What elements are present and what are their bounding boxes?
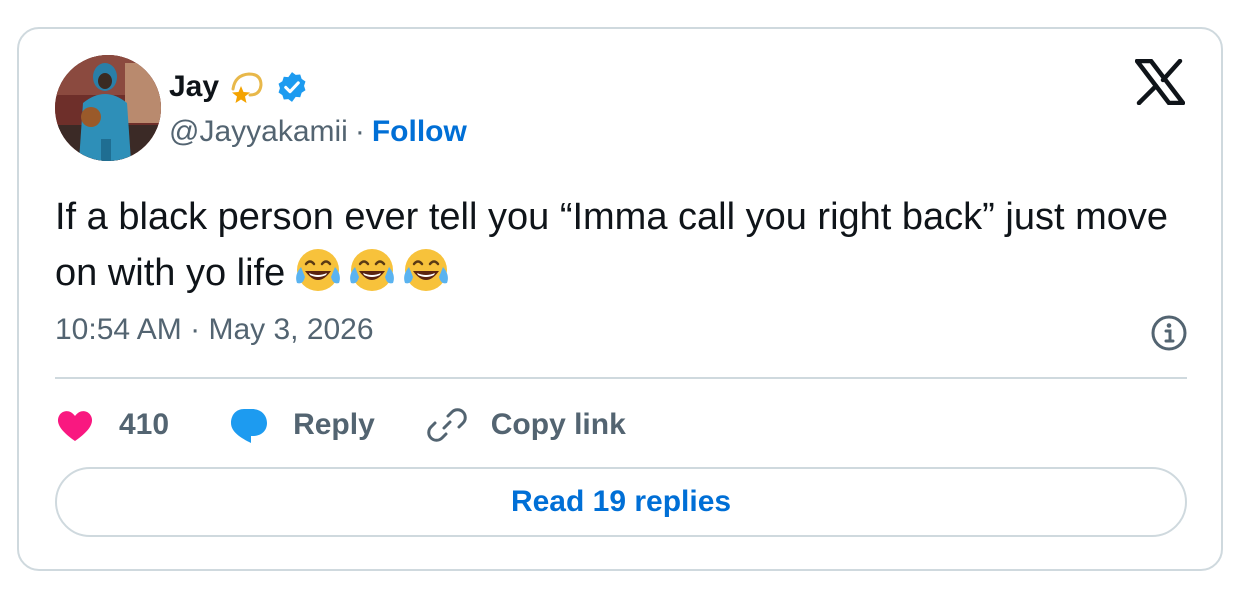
link-icon bbox=[427, 408, 467, 442]
author-handle[interactable]: @Jayyakamii bbox=[169, 115, 348, 149]
like-count: 410 bbox=[119, 408, 170, 441]
tears-of-joy-emoji-icon bbox=[404, 249, 449, 291]
tweet-text: If a black person ever tell you “Imma ca… bbox=[55, 189, 1175, 301]
tweet-date: May 3, 2026 bbox=[208, 313, 374, 346]
heart-icon bbox=[57, 411, 93, 441]
reply-button[interactable]: Reply bbox=[227, 405, 375, 445]
tears-of-joy-emoji-icon bbox=[350, 249, 395, 291]
divider bbox=[55, 377, 1187, 379]
author-handle-row: @Jayyakamii · Follow bbox=[169, 115, 467, 149]
dizzy-star-icon bbox=[231, 72, 263, 103]
follow-link[interactable]: Follow bbox=[372, 115, 467, 149]
tweet-time: 10:54 AM bbox=[55, 313, 182, 346]
info-icon[interactable] bbox=[1149, 313, 1189, 353]
action-bar: 410 Reply Copy link bbox=[55, 403, 626, 447]
emoji-group bbox=[293, 245, 451, 295]
avatar[interactable] bbox=[55, 55, 161, 161]
tweet-card: Jay @Jayyakamii · Follow If a black pers… bbox=[17, 27, 1223, 571]
tweet-body: If a black person ever tell you “Imma ca… bbox=[55, 196, 1169, 294]
copy-link-button[interactable]: Copy link bbox=[427, 405, 626, 445]
like-button[interactable]: 410 bbox=[55, 407, 169, 443]
copy-link-label: Copy link bbox=[490, 408, 626, 441]
read-replies-label: Read 19 replies bbox=[510, 485, 732, 518]
timestamp-row[interactable]: 10:54 AM · May 3, 2026 bbox=[55, 313, 374, 347]
timestamp-separator: · bbox=[190, 313, 201, 346]
verified-badge-icon bbox=[278, 72, 306, 102]
author-name[interactable]: Jay bbox=[169, 70, 219, 104]
read-replies-button[interactable]: Read 19 replies bbox=[55, 467, 1187, 537]
tears-of-joy-emoji-icon bbox=[296, 249, 341, 291]
x-logo-icon[interactable] bbox=[1135, 59, 1185, 105]
handle-separator: · bbox=[354, 115, 365, 148]
avatar-photo bbox=[55, 55, 161, 161]
speech-bubble-icon bbox=[231, 409, 268, 443]
reply-label: Reply bbox=[293, 408, 375, 441]
author-name-row: Jay bbox=[169, 67, 309, 107]
